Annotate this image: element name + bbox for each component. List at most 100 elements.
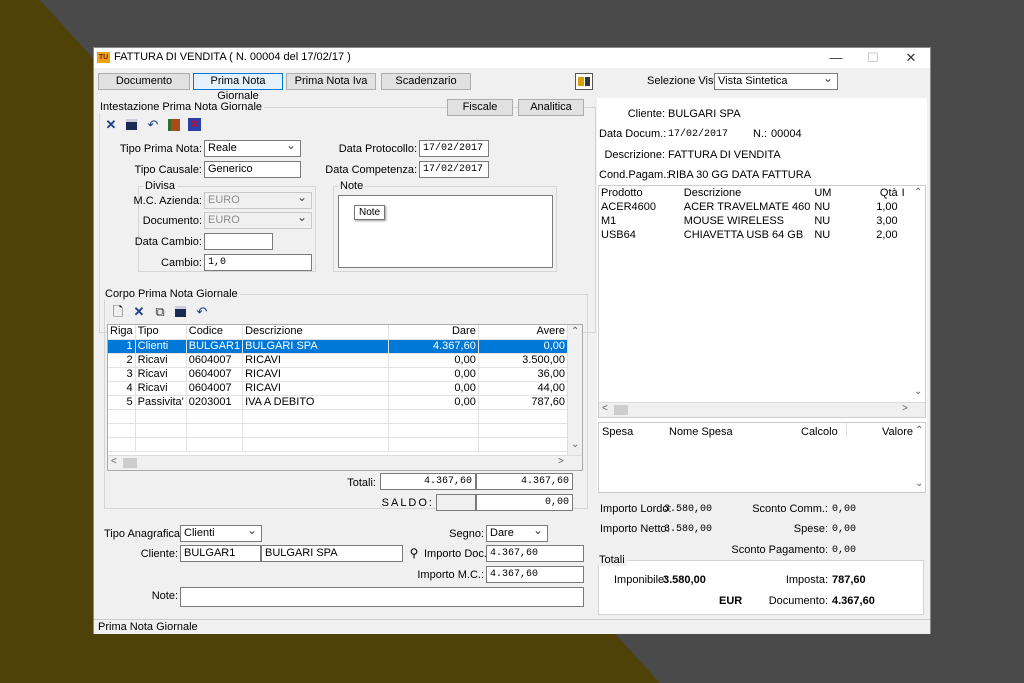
cell-descrizione: IVA A DEBITO bbox=[242, 395, 389, 410]
copy-row-icon[interactable]: ⧉ bbox=[153, 305, 167, 319]
cell-avere: 44,00 bbox=[478, 381, 569, 396]
minimize-icon[interactable]: — bbox=[821, 49, 851, 66]
table-row[interactable]: 4 Ricavi 0604007 RICAVI 0,00 44,00 bbox=[108, 381, 569, 396]
col-nome-spesa[interactable]: Nome Spesa bbox=[669, 426, 733, 438]
toggle-view-icon[interactable] bbox=[575, 73, 593, 90]
tipo-anagrafica-label: Tipo Anagrafica: bbox=[104, 528, 184, 540]
right-n-label: N.: bbox=[753, 128, 768, 140]
table-row[interactable]: 2 Ricavi 0604007 RICAVI 0,00 3.500,00 bbox=[108, 353, 569, 368]
totale-avere-field: 4.367,60 bbox=[476, 473, 573, 490]
journal-grid[interactable]: Riga Tipo Codice Descrizione Dare Avere … bbox=[107, 324, 583, 471]
col-spesa[interactable]: Spesa bbox=[602, 426, 633, 438]
spese-label: Spese: bbox=[793, 523, 828, 535]
col-prod-descrizione[interactable]: Descrizione bbox=[681, 186, 813, 200]
cell-tipo: Ricavi bbox=[135, 353, 187, 368]
sconto-comm-label: Sconto Comm.: bbox=[752, 503, 828, 515]
col-codice[interactable]: Codice bbox=[186, 325, 244, 340]
imponibile-value: 3.580,00 bbox=[663, 574, 706, 586]
books-icon[interactable] bbox=[167, 118, 181, 132]
undo-row-icon[interactable]: ↶ bbox=[195, 305, 209, 319]
cell-descrizione: BULGARI SPA bbox=[242, 339, 389, 354]
save-row-icon[interactable] bbox=[174, 305, 188, 319]
data-cambio-field[interactable] bbox=[204, 233, 273, 250]
list-item[interactable]: USB64 CHIAVETTA USB 64 GB NU 2,00 bbox=[599, 228, 913, 242]
tab-prima-nota-iva[interactable]: Prima Nota Iva bbox=[286, 73, 376, 90]
col-valore[interactable]: Valore bbox=[882, 426, 913, 438]
col-qta[interactable]: Qtà bbox=[848, 186, 900, 200]
binoculars-icon[interactable]: ⚲ bbox=[407, 546, 421, 560]
right-descrizione-label: Descrizione: bbox=[604, 149, 665, 161]
tipo-prima-nota-combo[interactable]: Reale bbox=[204, 140, 301, 157]
col-tipo[interactable]: Tipo bbox=[135, 325, 187, 340]
cell-prod-descrizione: ACER TRAVELMATE 460 bbox=[683, 200, 811, 213]
tab-documento[interactable]: Documento bbox=[98, 73, 190, 90]
data-protocollo-label: Data Protocollo: bbox=[338, 143, 417, 155]
currency-label: EUR bbox=[719, 595, 743, 607]
right-n-value: 00004 bbox=[771, 128, 802, 140]
totali-title: Totali bbox=[597, 554, 627, 566]
table-row[interactable]: 3 Ricavi 0604007 RICAVI 0,00 36,00 bbox=[108, 367, 569, 382]
data-protocollo-field[interactable]: 17/02/2017 bbox=[419, 140, 489, 157]
cell-dare: 0,00 bbox=[388, 353, 479, 368]
importo-lordo-label: Importo Lordo: bbox=[600, 503, 672, 515]
col-riga[interactable]: Riga bbox=[108, 325, 136, 340]
documento-total-label: Documento: bbox=[768, 595, 828, 607]
undo-icon[interactable]: ↶ bbox=[146, 118, 160, 132]
view-selection-combo[interactable]: Vista Sintetica bbox=[714, 73, 838, 90]
empty-row bbox=[108, 437, 569, 452]
cell-um: NU bbox=[814, 214, 831, 227]
tab-prima-nota-giornale[interactable]: Prima Nota Giornale bbox=[193, 73, 283, 102]
products-hscroll[interactable]: < > bbox=[599, 402, 925, 417]
col-descrizione[interactable]: Descrizione bbox=[242, 325, 389, 340]
journal-hscroll[interactable]: < > bbox=[108, 455, 582, 470]
spese-grid[interactable]: Spesa Nome Spesa Calcolo Valore ⌃ ⌄ bbox=[598, 422, 926, 493]
list-item[interactable]: M1 MOUSE WIRELESS NU 3,00 bbox=[599, 214, 913, 228]
new-row-icon[interactable]: 🗋 bbox=[111, 305, 125, 319]
right-cond-pagam-label: Cond.Pagam.: bbox=[599, 169, 670, 181]
cell-prod-descrizione: CHIAVETTA USB 64 GB bbox=[683, 228, 804, 241]
tab-scadenzario[interactable]: Scadenzario bbox=[381, 73, 471, 90]
products-grid[interactable]: Prodotto Descrizione UM Qtà I ACER4600 A… bbox=[598, 185, 926, 418]
importo-doc-field[interactable]: 4.367,60 bbox=[486, 545, 584, 562]
col-dare[interactable]: Dare bbox=[388, 325, 479, 340]
documento-currency-label: Documento: bbox=[142, 215, 202, 227]
fiscale-button[interactable]: Fiscale bbox=[447, 99, 513, 116]
cell-riga: 4 bbox=[108, 381, 136, 396]
documento-total-value: 4.367,60 bbox=[832, 595, 875, 607]
cambio-field[interactable]: 1,0 bbox=[204, 254, 312, 271]
col-prodotto[interactable]: Prodotto bbox=[599, 186, 682, 200]
close-icon[interactable]: ✕ bbox=[896, 49, 926, 66]
maximize-icon[interactable]: ☐ bbox=[858, 49, 888, 66]
importo-mc-field[interactable]: 4.367,60 bbox=[486, 566, 584, 583]
cancel-document-icon[interactable]: ✕ bbox=[188, 118, 202, 132]
products-vscroll[interactable]: ⌃ ⌄ bbox=[911, 186, 925, 402]
cell-descrizione: RICAVI bbox=[242, 353, 389, 368]
tipo-causale-field[interactable]: Generico bbox=[204, 161, 301, 178]
cell-um: NU bbox=[814, 200, 831, 213]
list-item[interactable]: ACER4600 ACER TRAVELMATE 460 NU 1,00 bbox=[599, 200, 913, 214]
table-row[interactable]: 5 Passivita' 0203001 IVA A DEBITO 0,00 7… bbox=[108, 395, 569, 410]
cliente-name-field[interactable]: BULGARI SPA bbox=[261, 545, 403, 562]
right-cliente-label: Cliente: bbox=[627, 108, 665, 120]
analitica-button[interactable]: Analitica bbox=[518, 99, 584, 116]
cell-prodotto: M1 bbox=[601, 214, 617, 227]
cliente-code-field[interactable]: BULGAR1 bbox=[180, 545, 261, 562]
delete-row-icon[interactable]: ✕ bbox=[132, 305, 146, 319]
journal-vscroll[interactable]: ⌃ ⌄ bbox=[567, 325, 582, 456]
col-um[interactable]: UM bbox=[812, 186, 849, 200]
cell-tipo: Clienti bbox=[135, 339, 187, 354]
tipo-anagrafica-combo[interactable]: Clienti bbox=[180, 525, 262, 542]
segno-combo[interactable]: Dare bbox=[486, 525, 548, 542]
intestazione-title: Intestazione Prima Nota Giornale bbox=[98, 101, 265, 113]
col-calcolo[interactable]: Calcolo bbox=[801, 426, 838, 438]
delete-icon[interactable]: ✕ bbox=[104, 118, 118, 132]
save-icon[interactable] bbox=[125, 118, 139, 132]
table-row[interactable]: 1 Clienti BULGAR1 BULGARI SPA 4.367,60 0… bbox=[108, 339, 569, 354]
note-bottom-field[interactable] bbox=[180, 587, 584, 607]
saldo-field: 0,00 bbox=[476, 494, 573, 511]
col-avere[interactable]: Avere bbox=[478, 325, 569, 340]
empty-row bbox=[108, 423, 569, 438]
cell-riga: 1 bbox=[108, 339, 136, 354]
cell-dare: 0,00 bbox=[388, 381, 479, 396]
data-competenza-field[interactable]: 17/02/2017 bbox=[419, 161, 489, 178]
